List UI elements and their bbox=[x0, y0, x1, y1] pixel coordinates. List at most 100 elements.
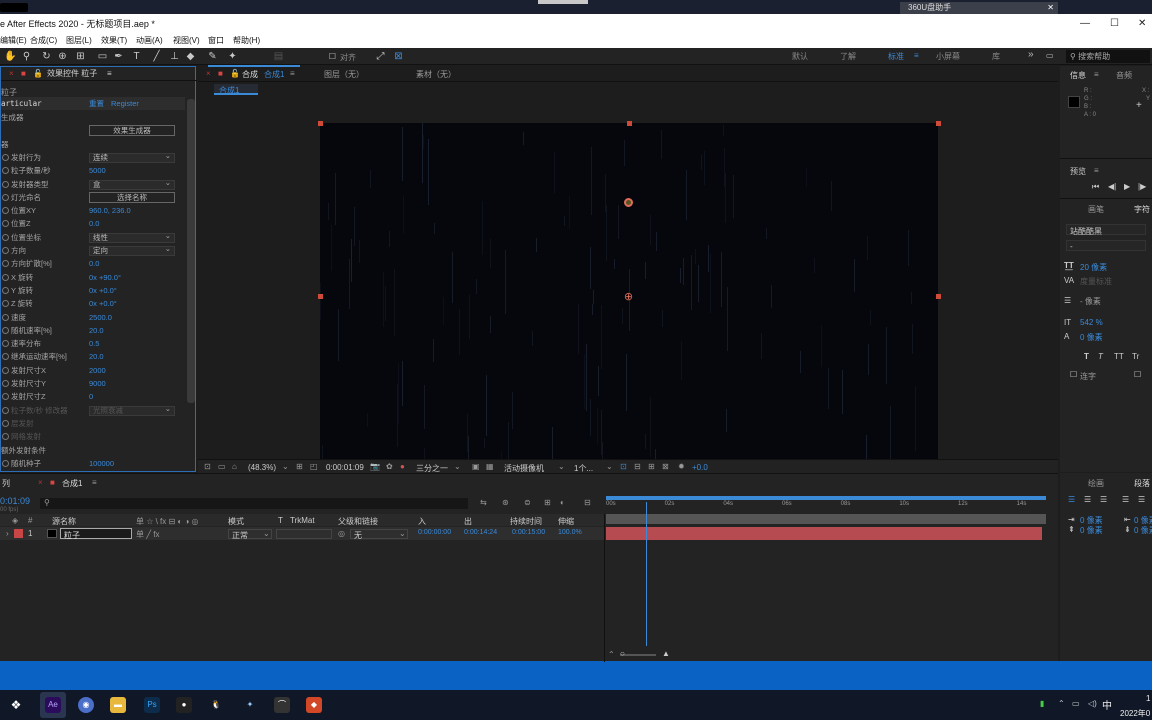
chrome-icon[interactable]: ◉ bbox=[78, 697, 94, 713]
volume-icon[interactable]: ◁) bbox=[1088, 699, 1097, 708]
effect-param-row[interactable]: 粒子数量/秒 5000 bbox=[1, 164, 185, 177]
layer-duration[interactable]: 0:00:15:00 bbox=[512, 529, 545, 536]
roto-brush-icon[interactable]: ✎ bbox=[206, 50, 219, 63]
justify-center-icon[interactable]: ☰ bbox=[1138, 495, 1145, 504]
timeline-menu-icon[interactable]: ≡ bbox=[92, 478, 97, 487]
workspace-menu-icon[interactable]: ≡ bbox=[914, 51, 919, 60]
lock-icon[interactable]: 🔓 bbox=[33, 67, 43, 81]
media-icon[interactable]: ● bbox=[176, 697, 192, 713]
effect-param-row[interactable]: 粒子数/秒 修改器 光照衰减 bbox=[1, 404, 185, 417]
viewer-timecode[interactable]: 0:00:01:09 bbox=[326, 463, 364, 472]
expand-arrow-icon[interactable]: › bbox=[6, 529, 9, 538]
stopwatch-icon[interactable] bbox=[2, 380, 9, 387]
effect-param-dropdown[interactable]: 定向 bbox=[89, 245, 175, 256]
menu-edit[interactable]: 编辑(E) bbox=[0, 34, 27, 48]
table-row[interactable]: › 1 粒子 单 ╱ fx 正常 ⌄ ◎ 无 ⌄ 0:00:00:00 0:00… bbox=[0, 527, 604, 540]
stopwatch-icon[interactable] bbox=[2, 193, 9, 201]
effect-param-value[interactable]: 100000 bbox=[89, 457, 114, 470]
zoom-slider-handle[interactable]: ○ bbox=[620, 649, 625, 658]
zoom-tool-icon[interactable]: ⚲ bbox=[20, 50, 33, 63]
effect-param-value[interactable]: 0x +90.0° bbox=[89, 271, 121, 284]
ae-icon[interactable]: Ae bbox=[45, 697, 61, 713]
allcaps-style[interactable]: TT bbox=[1114, 352, 1124, 361]
effect-param-row[interactable]: 随机速率[%] 20.0 bbox=[1, 324, 185, 337]
stopwatch-icon[interactable] bbox=[2, 393, 9, 401]
frame-blend-icon[interactable]: ⊞ bbox=[544, 498, 551, 507]
prev-frame-icon[interactable]: ◀| bbox=[1108, 182, 1116, 191]
battery-icon[interactable]: ▮ bbox=[1040, 699, 1044, 708]
register-link[interactable]: Register bbox=[111, 97, 139, 110]
effect-param-row[interactable]: Y 旋转 0x +0.0° bbox=[1, 284, 185, 297]
composition-mini-flowchart-icon[interactable]: ⇆ bbox=[480, 498, 487, 507]
mode-header[interactable]: 模式 bbox=[228, 516, 244, 527]
effect-param-row[interactable]: 层发射 bbox=[1, 417, 185, 430]
effect-param-row[interactable]: 发射行为 连续 bbox=[1, 151, 185, 164]
ligature-checkbox[interactable]: ☐ bbox=[1070, 370, 1077, 379]
workspace-default[interactable]: 默认 bbox=[792, 51, 808, 62]
zoom-dropdown-icon[interactable]: ⌄ bbox=[282, 462, 289, 471]
360-helper-bar[interactable]: 360U盘助手 ✕ bbox=[900, 2, 1058, 14]
effect-param-row[interactable]: 位置Z 0.0 bbox=[1, 217, 185, 230]
help-search-input[interactable]: ⚲ 搜索帮助 bbox=[1066, 50, 1150, 63]
effect-param-row[interactable]: 速度 2500.0 bbox=[1, 311, 185, 324]
first-frame-icon[interactable]: ⏮ bbox=[1092, 182, 1099, 192]
eraser-tool-icon[interactable]: ◆ bbox=[184, 50, 197, 63]
pan-behind-tool-icon[interactable]: ⊞ bbox=[74, 50, 87, 63]
effect-param-row[interactable]: 生成器 bbox=[1, 111, 185, 124]
pen-tool-icon[interactable]: ✒ bbox=[112, 50, 125, 63]
effect-param-row[interactable]: 发射尺寸X 2000 bbox=[1, 364, 185, 377]
rectangle-tool-icon[interactable]: ▭ bbox=[96, 50, 109, 63]
region-icon[interactable]: ◰ bbox=[310, 462, 318, 471]
show-snapshot-icon[interactable]: ✿ bbox=[386, 462, 393, 471]
effect-param-row[interactable]: 网格发射 bbox=[1, 430, 185, 443]
kerning-value[interactable]: 度量标准 bbox=[1080, 276, 1112, 287]
layer-switches[interactable]: 单 ╱ fx bbox=[136, 529, 159, 540]
close-panel-icon[interactable]: × bbox=[9, 67, 14, 81]
stopwatch-icon[interactable] bbox=[2, 153, 9, 161]
menu-help[interactable]: 帮助(H) bbox=[233, 34, 260, 48]
baidu-icon[interactable]: ⌒ bbox=[274, 697, 290, 713]
effect-param-button[interactable]: 选择名称 bbox=[89, 191, 175, 203]
effect-param-row[interactable]: 方向扩散[%] 0.0 bbox=[1, 257, 185, 270]
duration-header[interactable]: 持续时间 bbox=[510, 516, 542, 527]
out-header[interactable]: 出 bbox=[464, 516, 472, 527]
pickwhip-icon[interactable]: ◎ bbox=[338, 529, 345, 538]
layer-out[interactable]: 0:00:14:24 bbox=[464, 529, 497, 536]
resolution-dropdown-icon[interactable]: ⌄ bbox=[454, 462, 461, 471]
effect-param-row[interactable]: Z 旋转 0x +0.0° bbox=[1, 297, 185, 310]
timeline-search-input[interactable]: ⚲ bbox=[40, 498, 468, 509]
clone-stamp-icon[interactable]: ⊥ bbox=[168, 50, 181, 63]
stopwatch-icon[interactable] bbox=[2, 233, 9, 241]
zoom-out-icon[interactable]: ⌃ bbox=[608, 650, 615, 659]
vertical-scale-value[interactable]: 542 % bbox=[1080, 318, 1103, 327]
more-workspaces[interactable]: » bbox=[1028, 49, 1034, 60]
ime-indicator[interactable]: 中 bbox=[1102, 697, 1112, 712]
character-tab[interactable]: 字符 bbox=[1134, 204, 1150, 215]
ps-icon[interactable]: Ps bbox=[144, 697, 160, 713]
exposure-value[interactable]: +0.0 bbox=[692, 463, 708, 472]
effect-param-value[interactable]: 20.0 bbox=[89, 324, 104, 337]
reset-exposure-icon[interactable]: ✹ bbox=[678, 462, 685, 471]
explorer-icon[interactable]: ▬ bbox=[110, 697, 126, 713]
zoom-level[interactable]: (48.3%) bbox=[248, 463, 276, 472]
mask-visibility-icon[interactable]: ⌂ bbox=[232, 462, 237, 471]
effect-param-dropdown[interactable]: 盒 bbox=[89, 179, 175, 190]
reset-link[interactable]: 重置 bbox=[89, 97, 104, 110]
effects-scrollbar[interactable] bbox=[187, 99, 195, 403]
toggle-pixel-icon[interactable]: ⊡ bbox=[620, 462, 627, 471]
stopwatch-icon[interactable] bbox=[2, 207, 9, 215]
effect-param-button[interactable]: 效果生成器 bbox=[89, 125, 175, 137]
effect-param-dropdown[interactable]: 连续 bbox=[89, 152, 175, 163]
comp-tab-label[interactable]: 合成 bbox=[242, 69, 258, 80]
brush-tool-icon[interactable]: ╱ bbox=[150, 50, 163, 63]
panel-toggle-icon[interactable]: ▭ bbox=[1046, 51, 1054, 60]
emitter-position-point[interactable] bbox=[624, 198, 633, 207]
mode-dropdown[interactable]: 正常 ⌄ bbox=[228, 529, 272, 540]
paragraph-tab[interactable]: 段落 bbox=[1134, 478, 1150, 489]
windows-icon[interactable]: ❖ bbox=[8, 697, 24, 713]
effect-param-row[interactable]: 器 bbox=[1, 138, 185, 151]
effect-param-row[interactable]: X 旋转 0x +90.0° bbox=[1, 271, 185, 284]
effect-param-value[interactable]: 0.0 bbox=[89, 257, 99, 270]
effect-param-value[interactable]: 0x +0.0° bbox=[89, 284, 117, 297]
roi-icon[interactable]: ▣ bbox=[472, 462, 480, 471]
